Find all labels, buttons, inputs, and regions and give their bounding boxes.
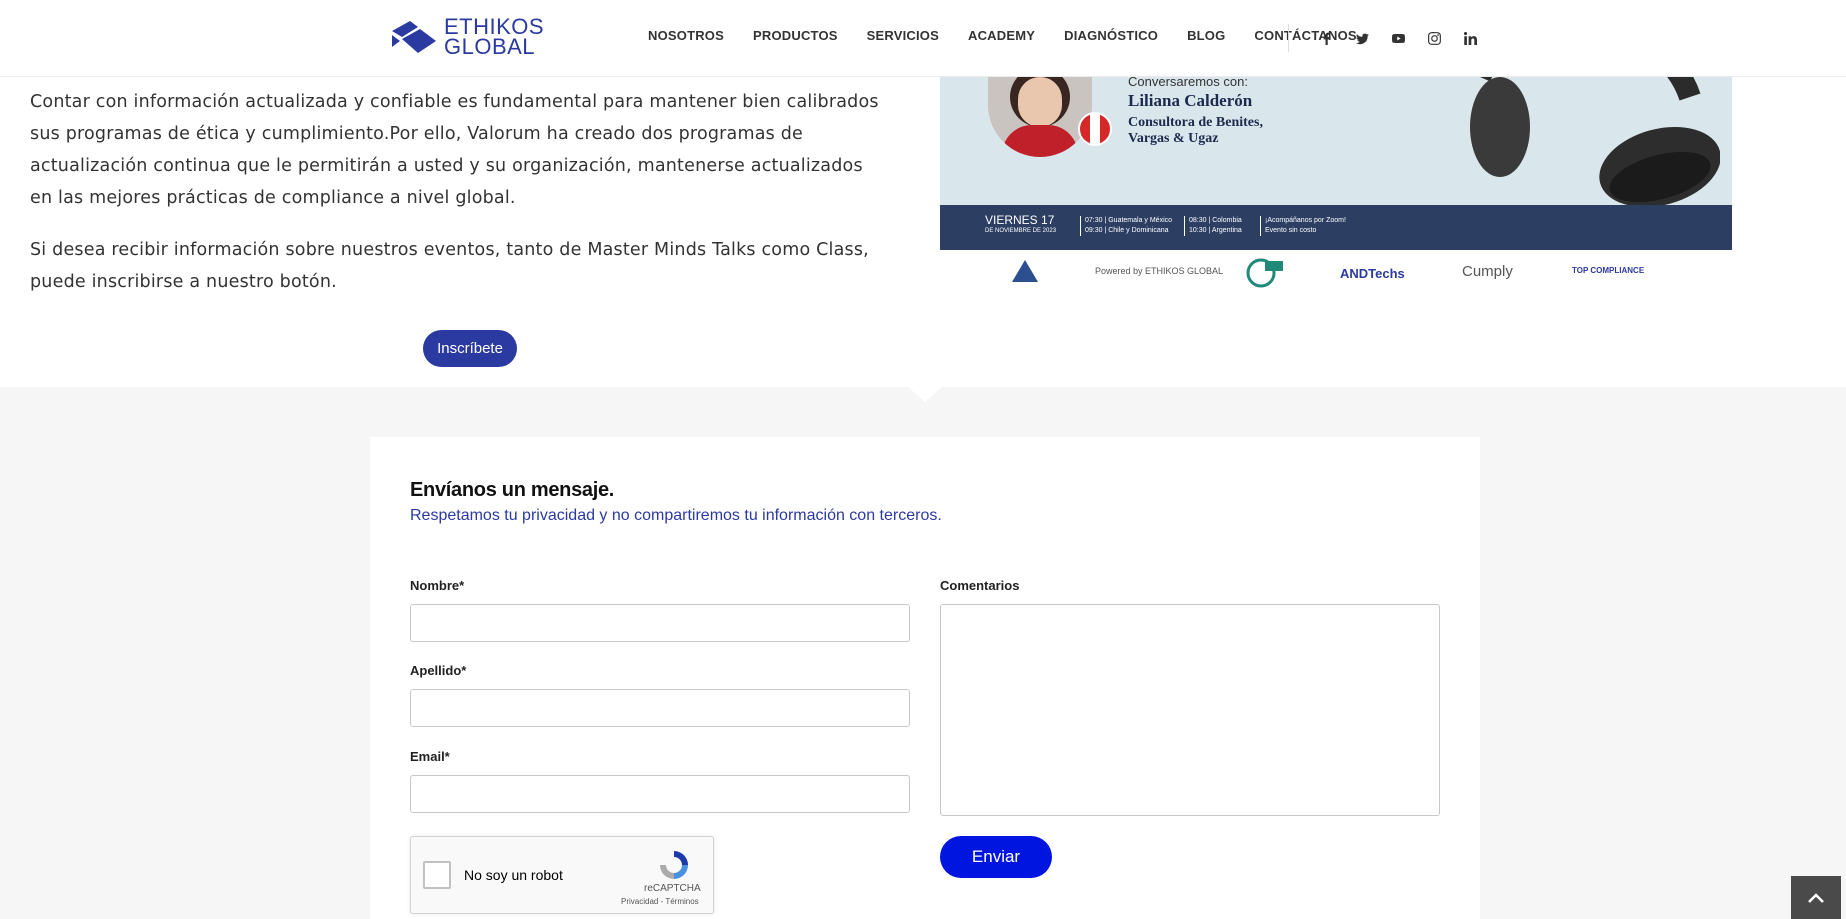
intro-paragraph-1: Contar con información actualizada y con… (30, 92, 879, 208)
nav-productos[interactable]: PRODUCTOS (753, 28, 838, 43)
banner-role: Consultora de Benites, Vargas & Ugaz (1128, 115, 1263, 146)
nav-divider (1288, 24, 1289, 52)
scroll-to-top-button[interactable] (1791, 876, 1841, 919)
sponsor-green-logo-icon (1246, 258, 1283, 288)
banner-conversation: Conversaremos con: (1128, 77, 1248, 89)
chevron-up-icon (1808, 892, 1824, 903)
nav-academy[interactable]: ACADEMY (968, 28, 1035, 43)
nav-servicios[interactable]: SERVICIOS (867, 28, 939, 43)
form-title: Envíanos un mensaje. (410, 479, 615, 501)
sponsor-ethikos: Powered by ETHIKOS GLOBAL (1095, 266, 1224, 276)
linkedin-icon[interactable] (1452, 26, 1488, 50)
peru-flag-icon (1078, 112, 1112, 146)
recaptcha-icon (660, 851, 688, 879)
speaker-photo (988, 77, 1092, 157)
banner-schedule-bar: VIERNES 17 DE NOVIEMBRE DE 2023 07:30 | … (940, 205, 1732, 250)
email-input[interactable] (410, 775, 910, 813)
section-arrow (907, 386, 943, 402)
banner-speaker: Liliana Calderón (1128, 91, 1253, 110)
comentarios-textarea[interactable] (940, 604, 1440, 816)
nombre-label: Nombre* (410, 578, 465, 593)
nav-nosotros[interactable]: NOSOTROS (648, 28, 724, 43)
contact-form-card: Envíanos un mensaje. Respetamos tu priva… (370, 437, 1480, 919)
recaptcha-label: No soy un robot (464, 867, 563, 883)
sponsor-logos: Powered by ETHIKOS GLOBAL ANDTechs Cumpl… (940, 250, 1732, 295)
recaptcha-terms-link[interactable]: Privacidad - Términos (621, 897, 699, 906)
form-subtitle: Respetamos tu privacidad y no compartire… (410, 507, 942, 524)
logo-mark-icon (392, 21, 436, 53)
nav-diagnostico[interactable]: DIAGNÓSTICO (1064, 28, 1158, 43)
email-label: Email* (410, 749, 450, 764)
twitter-icon[interactable] (1344, 26, 1380, 50)
apellido-label: Apellido* (410, 663, 467, 678)
banner-times-a: 07:30 | Guatemala y México 09:30 | Chile … (1080, 216, 1172, 236)
ethikos-logo[interactable]: ETHIKOS GLOBAL (388, 16, 544, 59)
nav-blog[interactable]: BLOG (1187, 28, 1225, 43)
logo-text: ETHIKOS GLOBAL (444, 16, 544, 59)
sponsor-cumply: Cumply (1462, 263, 1513, 280)
main-nav: NOSOTROS PRODUCTOS SERVICIOS ACADEMY DIA… (648, 28, 1386, 43)
site-header: ETHIKOS GLOBAL NOSOTROS PRODUCTOS SERVIC… (0, 0, 1846, 77)
recaptcha-checkbox[interactable] (423, 861, 451, 889)
nombre-input[interactable] (410, 604, 910, 642)
comentarios-label: Comentarios (940, 578, 1020, 593)
facebook-icon[interactable] (1308, 26, 1344, 50)
banner-times-b: 08:30 | Colombia 10:30 | Argentina (1184, 216, 1242, 236)
youtube-icon[interactable] (1380, 26, 1416, 50)
intro-paragraph-2: Si desea recibir información sobre nuest… (30, 240, 869, 292)
instagram-icon[interactable] (1416, 26, 1452, 50)
enviar-button[interactable]: Enviar (940, 836, 1052, 878)
banner-zoom: ¡Acompáñanos por Zoom! Evento sin costo (1260, 216, 1346, 236)
sponsor-andtechs: ANDTechs (1340, 266, 1405, 281)
sponsor-triangle-icon (1012, 260, 1038, 282)
intro-text: Contar con información actualizada y con… (30, 86, 890, 318)
recaptcha-widget: No soy un robot reCAPTCHA Privacidad - T… (410, 836, 714, 914)
social-links (1308, 26, 1488, 50)
sponsor-top-compliance: TOP COMPLIANCE (1572, 266, 1645, 275)
banner-day: VIERNES 17 DE NOVIEMBRE DE 2023 (985, 213, 1057, 234)
recaptcha-brand: reCAPTCHA (644, 883, 701, 894)
logo-line-2: GLOBAL (444, 34, 536, 59)
inscribete-button[interactable]: Inscríbete (423, 330, 517, 367)
event-banner[interactable]: Conversaremos con: Liliana Calderón Cons… (940, 77, 1732, 295)
apellido-input[interactable] (410, 689, 910, 727)
